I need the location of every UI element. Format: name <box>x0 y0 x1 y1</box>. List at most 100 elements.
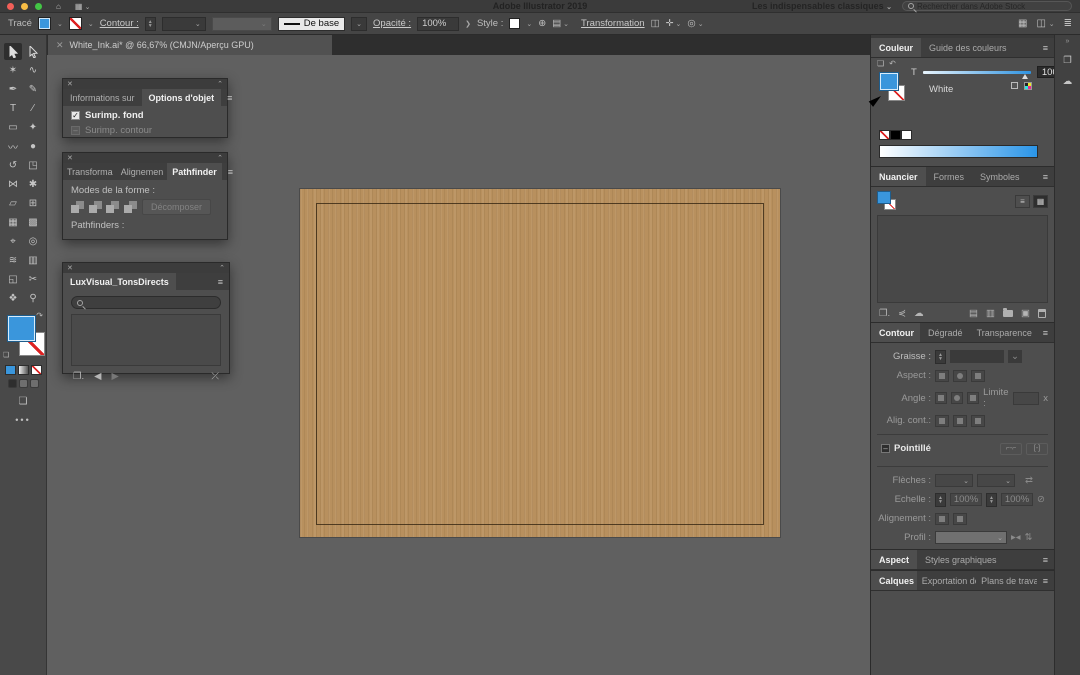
fill-proxy-swatch[interactable] <box>879 72 899 91</box>
pen-tool[interactable]: ✒ <box>4 81 22 98</box>
collapse-panel-icon[interactable]: ⌃ <box>217 154 223 162</box>
gradient-mode-button[interactable] <box>18 365 29 375</box>
fill-color-swatch[interactable] <box>38 17 51 30</box>
arrange-documents-icon[interactable]: ▦ ⌄ <box>75 2 91 11</box>
next-icon[interactable]: ▶ <box>111 371 118 382</box>
artboard-tool[interactable]: ◱ <box>4 271 22 288</box>
tab-alignement[interactable]: Alignemen <box>117 163 168 180</box>
default-fill-stroke-icon[interactable]: ❏ <box>3 351 9 359</box>
arrow-start-select[interactable]: ⌄ <box>935 474 973 487</box>
paintbrush-tool[interactable]: ✦ <box>24 119 42 136</box>
select-similar-icon[interactable]: ✛ ⌄ <box>666 18 682 29</box>
tint-slider[interactable] <box>923 71 1031 74</box>
swatch-libraries-icon[interactable]: ❐. <box>879 308 890 319</box>
swap-fill-stroke-icon[interactable]: ↷ <box>36 311 43 320</box>
pathfinder-shape-icon[interactable] <box>89 201 100 214</box>
swap-arrows-icon[interactable]: ⇄ <box>1025 475 1033 486</box>
document-setup-icon[interactable]: ⊕ <box>538 18 546 29</box>
tab-contour[interactable]: Contour <box>871 323 920 342</box>
chevron-down-icon[interactable]: ⌄ <box>88 20 94 28</box>
out-of-gamut-icon[interactable] <box>1011 82 1018 89</box>
tab-pathfinder[interactable]: Pathfinder <box>167 163 222 180</box>
fill-proxy-swatch[interactable] <box>7 315 36 342</box>
preferences-icon[interactable]: ▤ ⌄ <box>552 18 569 29</box>
arrow-align-end-button[interactable] <box>953 513 967 525</box>
close-panel-icon[interactable]: ✕ <box>67 80 73 88</box>
tab-nuancier[interactable]: Nuancier <box>871 167 926 186</box>
collapse-panel-icon[interactable]: ⌃ <box>217 80 223 88</box>
list-icon[interactable]: ≣ <box>1064 18 1072 29</box>
isolate-icon[interactable]: ◎ ⌄ <box>687 18 703 29</box>
blend-tool[interactable]: ◎ <box>24 233 42 250</box>
tab-exportation[interactable]: Exportation de <box>917 571 976 590</box>
curvature-tool[interactable]: ✎ <box>24 81 42 98</box>
line-segment-tool[interactable]: ∕ <box>24 100 42 117</box>
rectangle-tool[interactable]: ▭ <box>4 119 22 136</box>
tab-transformation[interactable]: Transforma <box>63 163 117 180</box>
theme-icon[interactable]: ⋞ <box>898 308 906 319</box>
panel-menu-icon[interactable]: ≡ <box>1037 550 1054 569</box>
join-miter-button[interactable] <box>935 392 947 404</box>
align-outside-button[interactable] <box>971 415 985 427</box>
graphic-style-swatch[interactable] <box>509 18 520 29</box>
arrow-align-tip-button[interactable] <box>935 513 949 525</box>
profile-select[interactable]: ⌄ <box>935 531 1007 544</box>
tab-options-objet[interactable]: Options d'objet <box>142 89 222 106</box>
brush-definition-select[interactable]: ⌄ <box>212 17 272 31</box>
hand-tool[interactable]: ❖ <box>4 290 22 307</box>
puppet-warp-tool[interactable]: ✱ <box>24 176 42 193</box>
artboard-cardboard[interactable] <box>300 189 780 537</box>
dock-columns-icon[interactable]: ◫ ⌄ <box>1037 18 1055 29</box>
panel-menu-icon[interactable]: ≡ <box>212 273 229 290</box>
dashed-checkbox[interactable]: – <box>881 444 890 453</box>
gradient-tool[interactable]: ▩ <box>24 214 42 231</box>
limit-input[interactable] <box>1013 392 1039 405</box>
creative-cloud-icon[interactable]: ☁ <box>1063 76 1073 87</box>
draw-normal-button[interactable] <box>8 379 17 388</box>
weight-stepper[interactable]: ▲▼ <box>935 350 946 364</box>
tab-styles-graphiques[interactable]: Styles graphiques <box>917 550 1005 569</box>
panel-menu-icon[interactable]: ≡ <box>222 163 239 180</box>
close-panel-icon[interactable]: ✕ <box>67 264 73 272</box>
symbol-sprayer-tool[interactable]: ≋ <box>4 252 22 269</box>
join-round-button[interactable] <box>951 392 963 404</box>
overprint-fill-checkbox[interactable]: ✓ <box>71 111 80 120</box>
width-tool[interactable]: ⋈ <box>4 176 22 193</box>
chevron-right-icon[interactable]: ❯ <box>465 20 471 28</box>
lasso-tool[interactable]: ∿ <box>24 62 42 79</box>
document-tab[interactable]: ✕ White_Ink.ai* @ 66,67% (CMJN/Aperçu GP… <box>48 35 332 55</box>
free-transform-tool[interactable]: ⊞ <box>24 195 42 212</box>
shear-tool[interactable]: ▱ <box>4 195 22 212</box>
direct-selection-tool[interactable] <box>24 43 42 60</box>
cloud-icon[interactable]: ☁ <box>914 308 924 319</box>
dash-preserve-icon[interactable]: ⌐‑⌐ <box>1000 443 1022 455</box>
scale-start-stepper[interactable]: ▲▼ <box>935 493 946 507</box>
eyedropper-tool[interactable]: ⌖ <box>4 233 22 250</box>
screen-mode-button[interactable]: ❏ <box>0 396 46 407</box>
draw-behind-button[interactable] <box>19 379 28 388</box>
pathfinder-shape-icon[interactable] <box>71 201 82 214</box>
panel-menu-icon[interactable]: ≡ <box>221 89 238 106</box>
swap-colors-icon[interactable]: ❏ <box>877 59 884 68</box>
scale-tool[interactable]: ◳ <box>24 157 42 174</box>
stroke-weight-link[interactable]: Contour : <box>100 18 139 29</box>
column-graph-tool[interactable]: ▥ <box>24 252 42 269</box>
draw-inside-button[interactable] <box>30 379 39 388</box>
chevron-down-icon[interactable]: ⌄ <box>57 20 63 28</box>
stroke-style-chevron[interactable]: ⌄ <box>351 17 367 31</box>
cmyk-warning-icon[interactable] <box>1024 82 1032 90</box>
tab-calques[interactable]: Calques <box>871 571 917 590</box>
stroke-color-swatch[interactable] <box>69 17 82 30</box>
collapse-panel-icon[interactable]: ⌃ <box>219 264 225 272</box>
zoom-tool[interactable]: ⚲ <box>24 290 42 307</box>
selection-tool[interactable] <box>4 43 22 60</box>
join-bevel-button[interactable] <box>967 392 979 404</box>
slice-tool[interactable]: ✂ <box>24 271 42 288</box>
link-scale-icon[interactable]: ⊘ <box>1037 494 1045 505</box>
swatch-library-icon[interactable]: ❐. <box>73 371 84 382</box>
tab-couleur[interactable]: Couleur <box>871 38 921 57</box>
mesh-tool[interactable]: ▦ <box>4 214 22 231</box>
tab-formes[interactable]: Formes <box>926 167 973 186</box>
slider-handle-icon[interactable] <box>1022 74 1028 79</box>
close-tab-icon[interactable]: ✕ <box>56 40 64 51</box>
